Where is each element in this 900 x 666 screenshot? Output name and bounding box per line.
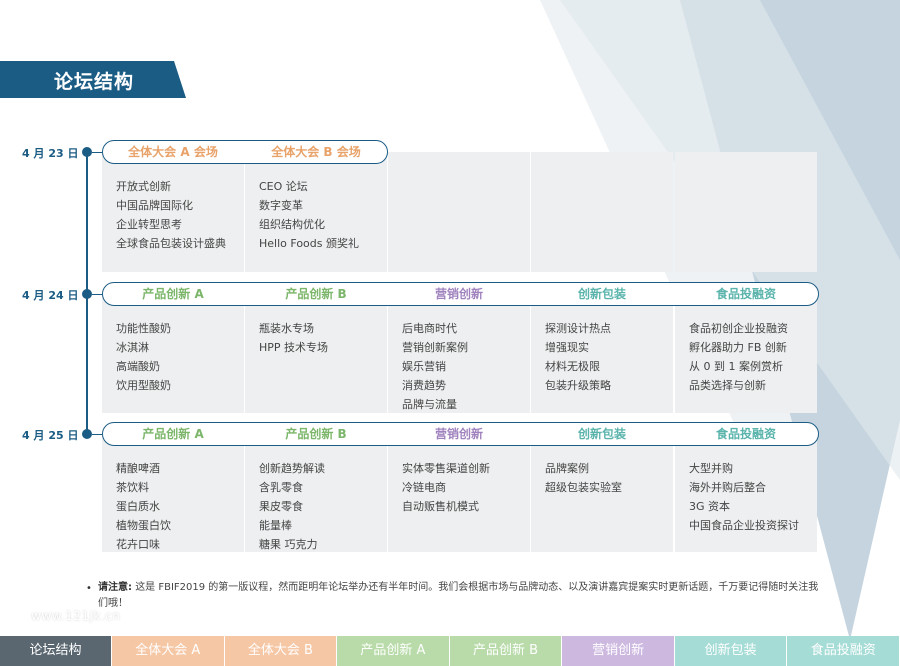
track-name[interactable]: 全体大会 B 会场 <box>245 143 387 161</box>
nav-tab[interactable]: 食品投融资 <box>787 636 900 666</box>
track-name[interactable]: 产品创新 A <box>102 285 244 303</box>
timeline-dot <box>82 147 92 157</box>
nav-tab[interactable]: 产品创新 A <box>337 636 450 666</box>
track-name[interactable]: 创新包装 <box>531 425 673 443</box>
session-cell <box>531 152 673 272</box>
session-topic: 大型并购 <box>689 462 733 475</box>
session-topic: 中国品牌国际化 <box>116 199 193 212</box>
session-topic: 实体零售渠道创新 <box>402 462 490 475</box>
track-name[interactable]: 产品创新 A <box>102 425 244 443</box>
session-topic: 数字变革 <box>259 199 303 212</box>
timeline-tick <box>92 434 102 435</box>
track-name[interactable]: 营销创新 <box>388 425 530 443</box>
track-name[interactable]: 全体大会 A 会场 <box>102 143 244 161</box>
note-bullet: • <box>86 583 92 594</box>
session-topic: 企业转型思考 <box>116 218 182 231</box>
nav-tab[interactable]: 全体大会 B <box>224 636 338 666</box>
session-topic: 探测设计热点 <box>545 322 611 335</box>
nav-tab[interactable]: 营销创新 <box>562 636 675 666</box>
session-topic: 蛋白质水 <box>116 500 160 513</box>
session-topic: Hello Foods 颁奖礼 <box>259 237 359 250</box>
session-topic: 高端酸奶 <box>116 360 160 373</box>
session-topic: 茶饮料 <box>116 481 149 494</box>
timeline-dot <box>82 289 92 299</box>
session-topic: 精酿啤酒 <box>116 462 160 475</box>
session-topic: 创新趋势解读 <box>259 462 325 475</box>
nav-tab[interactable]: 全体大会 A <box>112 636 225 666</box>
track-name[interactable]: 食品投融资 <box>675 285 817 303</box>
note-label: 请注意: <box>98 582 132 593</box>
note: 请注意: 这是 FBIF2019 的第一版议程，然而距明年论坛举办还有半年时间。… <box>98 580 828 612</box>
session-topic: 植物蛋白饮 <box>116 519 171 532</box>
session-topic: 包装升级策略 <box>545 379 611 392</box>
session-topic: 果皮零食 <box>259 500 303 513</box>
track-name[interactable]: 创新包装 <box>531 285 673 303</box>
session-topic: 海外并购后整合 <box>689 481 766 494</box>
session-topic: 材料无极限 <box>545 360 600 373</box>
session-topic: 冷链电商 <box>402 481 446 494</box>
nav-tab[interactable]: 产品创新 B <box>449 636 563 666</box>
session-topic: 自动贩售机模式 <box>402 500 479 513</box>
session-topic: 全球食品包装设计盛典 <box>116 237 226 250</box>
session-topic: 冰淇淋 <box>116 341 149 354</box>
session-topic: 开放式创新 <box>116 180 171 193</box>
page-title-banner: 论坛结构 <box>0 61 186 98</box>
session-topic: 组织结构优化 <box>259 218 325 231</box>
session-topic: 营销创新案例 <box>402 341 468 354</box>
bottom-tab-bar: 论坛结构 全体大会 A 全体大会 B 产品创新 A 产品创新 B 营销创新 创新包装 食品投融… <box>0 636 900 666</box>
watermark: www.121jk.cn <box>31 609 121 623</box>
nav-tab[interactable]: 论坛结构 <box>0 636 112 666</box>
session-cell <box>388 152 530 272</box>
session-topic: 孵化器助力 FB 创新 <box>689 341 787 354</box>
date-label: 4 月 25 日 <box>22 429 79 442</box>
track-name[interactable]: 营销创新 <box>388 285 530 303</box>
session-topic: HPP 技术专场 <box>259 341 329 354</box>
session-topic: 糖果 巧克力 <box>259 538 318 551</box>
note-text: 这是 FBIF2019 的第一版议程，然而距明年论坛举办还有半年时间。我们会根据… <box>98 582 819 609</box>
session-cell <box>675 152 817 272</box>
track-name[interactable]: 产品创新 B <box>245 425 387 443</box>
session-topic: 瓶装水专场 <box>259 322 314 335</box>
timeline-dot <box>82 429 92 439</box>
session-topic: 消费趋势 <box>402 379 446 392</box>
session-topic: 能量棒 <box>259 519 292 532</box>
session-topic: 含乳零食 <box>259 481 303 494</box>
session-topic: CEO 论坛 <box>259 180 308 193</box>
track-name[interactable]: 食品投融资 <box>675 425 817 443</box>
date-label: 4 月 24 日 <box>22 289 79 302</box>
session-topic: 3G 资本 <box>689 500 731 513</box>
session-topic: 品牌案例 <box>545 462 589 475</box>
page-title: 论坛结构 <box>54 71 135 93</box>
timeline-tick <box>92 152 102 153</box>
session-topic: 从 0 到 1 案例赏析 <box>689 360 783 373</box>
session-topic: 中国食品企业投资探讨 <box>689 519 799 532</box>
session-topic: 超级包装实验室 <box>545 481 622 494</box>
session-topic: 后电商时代 <box>402 322 457 335</box>
session-topic: 功能性酸奶 <box>116 322 171 335</box>
timeline-tick <box>92 294 102 295</box>
session-topic: 饮用型酸奶 <box>116 379 171 392</box>
session-topic: 增强现实 <box>545 341 589 354</box>
nav-tab[interactable]: 创新包装 <box>674 636 788 666</box>
session-topic: 品类选择与创新 <box>689 379 766 392</box>
date-label: 4 月 23 日 <box>22 147 79 160</box>
session-topic: 食品初创企业投融资 <box>689 322 788 335</box>
session-topic: 娱乐营销 <box>402 360 446 373</box>
session-topic: 花卉口味 <box>116 538 160 551</box>
track-name[interactable]: 产品创新 B <box>245 285 387 303</box>
session-topic: 品牌与流量 <box>402 398 457 411</box>
